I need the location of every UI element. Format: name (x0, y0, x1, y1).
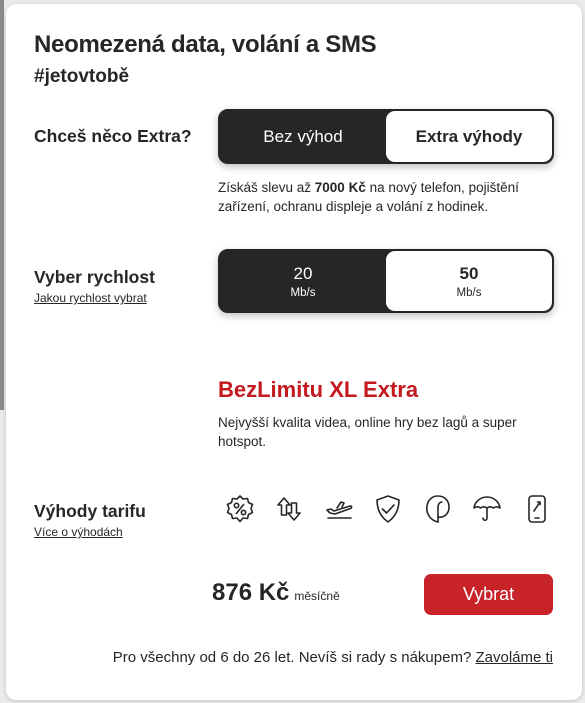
benefits-label: Výhody tarifu (34, 501, 146, 521)
select-tariff-button[interactable]: Vybrat (424, 574, 553, 615)
data-transfer-icon (277, 497, 301, 521)
card-hashtag: #jetovtobě (34, 66, 130, 87)
extra-toggle: Bez výhod Extra výhody (218, 109, 554, 164)
footer-text: Pro všechny od 6 do 26 let. Nevíš si rad… (112, 649, 476, 666)
callback-link[interactable]: Zavoláme ti (475, 649, 553, 666)
backdrop-edge (0, 0, 4, 410)
extra-label: Chceš něco Extra? (34, 126, 192, 146)
plan-name: BezLimitu XL Extra (218, 377, 419, 402)
option-bez-vyhod[interactable]: Bez výhod (220, 111, 386, 162)
speed-unit: Mb/s (290, 286, 316, 299)
speed-unit: Mb/s (456, 286, 482, 299)
speed-toggle: 20 Mb/s 50 Mb/s (218, 249, 554, 313)
airplane-roaming-icon (326, 501, 353, 519)
price: 876 Kč měsíčně (212, 579, 340, 607)
speed-label: Vyber rychlost (34, 267, 155, 287)
card-title: Neomezená data, volání a SMS (34, 31, 377, 58)
price-amount: 876 Kč (212, 579, 290, 606)
extra-description: Získáš slevu až 7000 Kč na nový telefon,… (218, 178, 548, 216)
speed-value: 20 (293, 263, 313, 283)
extra-desc-start: Získáš slevu až (218, 180, 315, 195)
benefit-icons (224, 493, 550, 527)
shield-check-icon (376, 495, 400, 523)
option-speed-20[interactable]: 20 Mb/s (220, 251, 386, 311)
price-period: měsíčně (294, 589, 340, 603)
umbrella-icon (473, 496, 501, 522)
speed-help-link[interactable]: Jakou rychlost vybrat (34, 291, 147, 305)
phone-repair-icon (528, 495, 546, 523)
plan-description: Nejvyšší kvalita videa, online hry bez l… (218, 415, 517, 449)
option-extra-vyhody[interactable]: Extra výhody (386, 111, 552, 162)
footer-note: Pro všechny od 6 do 26 let. Nevíš si rad… (113, 649, 553, 666)
extra-desc-amount: 7000 Kč (314, 180, 366, 195)
leaf-icon (426, 495, 450, 523)
speed-value: 50 (459, 263, 479, 283)
discount-badge-icon (226, 495, 254, 523)
option-speed-50[interactable]: 50 Mb/s (386, 251, 552, 311)
benefits-link[interactable]: Více o výhodách (34, 525, 123, 539)
tariff-card: Neomezená data, volání a SMS #jetovtobě … (6, 4, 582, 700)
